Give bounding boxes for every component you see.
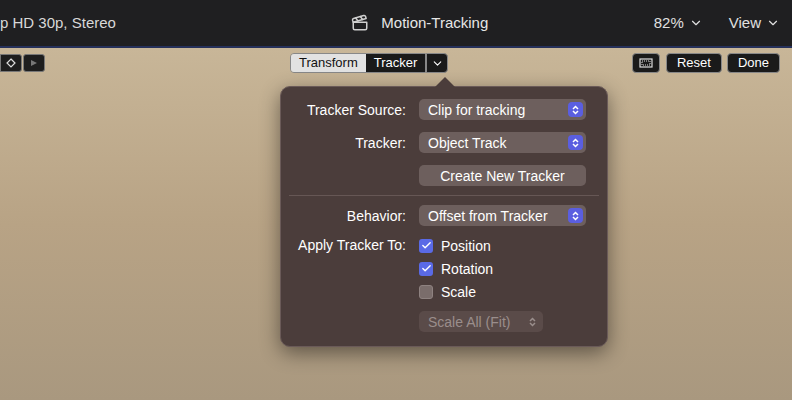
zoom-menu[interactable]: 82% [654,12,703,35]
behavior-select[interactable]: Offset from Tracker [419,205,586,226]
chevron-down-icon [766,16,780,30]
checkbox[interactable] [419,262,433,276]
tracker-source-select[interactable]: Clip for tracking [419,99,586,120]
check-icon [421,240,432,251]
field-label: Tracker Source: [289,101,406,119]
video-frame: TransformTracker ResetDone Tracker Source:… [0,48,792,400]
tracker-select[interactable]: Object Track [419,132,586,153]
checkbox-row[interactable]: Rotation [419,257,586,280]
create-tracker-button[interactable]: Create New Tracker [419,165,586,186]
field-label: Behavior: [289,207,406,225]
arrow-right-icon [29,58,39,68]
tracker-popover: Tracker Source: Clip for tracking Tracker:… [280,86,608,347]
scale-mode-select: Scale All (Fit) [419,311,543,332]
stepper-icon [568,135,583,150]
mode-tab[interactable]: Transform [291,54,366,72]
mode-tabs: TransformTracker [290,53,426,73]
checkbox-row[interactable]: Scale [419,280,586,303]
clip-title: Motion-Tracking [351,12,488,35]
overlay-button[interactable] [632,53,660,73]
checkbox[interactable] [419,239,433,253]
popover-arrow-icon [435,77,455,87]
viewer-header: p HD 30p, Stereo Motion-Tracking 82% View [0,0,792,48]
mode-tab[interactable]: Tracker [366,54,426,72]
keyframe-diamond-icon [6,58,16,68]
stepper-icon [525,314,540,329]
next-keyframe-button[interactable] [23,54,45,72]
up-down-arrows-icon [571,104,580,116]
view-menu[interactable]: View [729,12,780,35]
toolbar-button[interactable]: Reset [666,53,722,73]
keyframe-button[interactable] [0,54,22,72]
chevron-down-icon [689,16,703,30]
field-label: Tracker: [289,134,406,152]
checkbox-row[interactable]: Position [419,234,586,257]
field-label: Apply Tracker To: [289,226,406,332]
clapperboard-icon [351,14,369,32]
check-icon [421,263,432,274]
onscreen-toolbar: TransformTracker ResetDone [0,53,792,73]
tracker-menu-button[interactable] [426,53,448,73]
up-down-arrows-icon [528,316,537,328]
checkbox[interactable] [419,285,433,299]
overlay-frame-icon [638,57,654,69]
stepper-icon [568,208,583,223]
up-down-arrows-icon [571,137,580,149]
viewer-window: p HD 30p, Stereo Motion-Tracking 82% View Tr… [0,0,792,400]
divider [289,195,599,196]
stepper-icon [568,102,583,117]
toolbar-button[interactable]: Done [727,53,780,73]
up-down-arrows-icon [571,210,580,222]
chevron-down-icon [431,57,444,70]
format-label: p HD 30p, Stereo [0,12,116,35]
